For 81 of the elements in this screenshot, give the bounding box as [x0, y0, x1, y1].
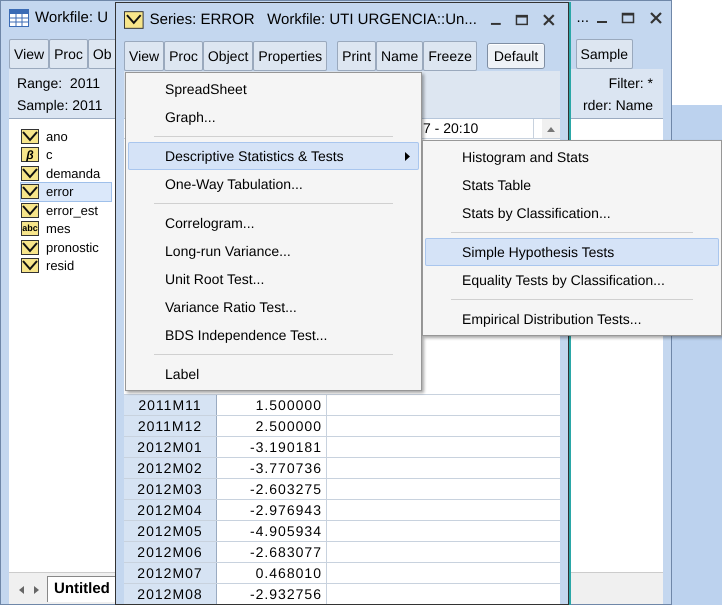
table-cell: -2.683077 — [217, 542, 327, 562]
object-item[interactable]: error_est — [21, 201, 111, 220]
toolbar-button[interactable]: View — [9, 39, 50, 69]
menu-item[interactable]: One-Way Tabulation... — [128, 170, 419, 198]
close-icon[interactable] — [649, 11, 663, 25]
menu-item[interactable]: Variance Ratio Test... — [128, 293, 419, 321]
menu-item[interactable]: Equality Tests by Classification... — [425, 266, 719, 294]
scroll-left-icon[interactable] — [17, 584, 27, 596]
default-button[interactable]: Default — [486, 43, 546, 69]
row-header: 2012M03 — [124, 479, 217, 499]
maximize-icon[interactable] — [621, 11, 635, 25]
menu-item[interactable]: BDS Independence Test... — [128, 321, 419, 349]
object-item[interactable]: resid — [21, 256, 111, 275]
menu-item[interactable]: Histogram and Stats — [425, 143, 719, 171]
object-item[interactable]: pronostic — [21, 238, 111, 256]
coefficient-icon: β — [21, 147, 39, 162]
toolbar-button[interactable]: Proc — [164, 41, 203, 71]
menu-item[interactable]: Graph... — [128, 103, 419, 131]
menu-item[interactable]: Simple Hypothesis Tests — [425, 238, 719, 266]
alpha-icon: abc — [21, 221, 39, 236]
toolbar-button[interactable]: Name — [376, 41, 424, 71]
menu-item[interactable]: Empirical Distribution Tests... — [425, 305, 719, 333]
series-icon — [124, 11, 144, 29]
menu-item[interactable]: Stats by Classification... — [425, 199, 719, 227]
toolbar-button[interactable]: Print — [337, 41, 376, 71]
sample-label: Sample: 2011 — [17, 96, 102, 115]
window-title: ... — [576, 8, 589, 28]
table-cell: -3.190181 — [217, 437, 327, 457]
table-cell: 1.500000 — [217, 395, 327, 415]
window-title: Series: ERROR Workfile: UTI URGENCIA::Un... — [150, 10, 477, 30]
scroll-up-icon[interactable] — [547, 126, 555, 132]
menu-item[interactable]: Unit Root Test... — [128, 265, 419, 293]
row-header: 2012M01 — [124, 437, 217, 457]
updated-label: 7 - 20:10 — [423, 119, 478, 138]
menu-item[interactable]: Descriptive Statistics & Tests — [128, 142, 419, 170]
table-cell: -2.976943 — [217, 500, 327, 520]
toolbar-button[interactable]: Ob — [88, 39, 117, 69]
row-header: 2011M12 — [124, 416, 217, 436]
row-header: 2012M05 — [124, 521, 217, 541]
row-header: 2012M04 — [124, 500, 217, 520]
object-item[interactable]: β c — [21, 146, 111, 164]
row-header: 2012M08 — [124, 584, 217, 604]
close-icon[interactable] — [542, 13, 556, 27]
table-cell: -3.770736 — [217, 458, 327, 478]
filter-label: Filter: * — [608, 74, 653, 93]
menu-item[interactable]: Long-run Variance... — [128, 237, 419, 265]
series-icon — [21, 240, 39, 255]
menu-item[interactable]: Stats Table — [425, 171, 719, 199]
maximize-icon[interactable] — [514, 13, 528, 27]
series-icon — [21, 128, 39, 144]
object-item[interactable]: ano — [21, 127, 111, 146]
toolbar-button[interactable]: Sample — [576, 39, 633, 69]
row-header: 2011M11 — [124, 395, 217, 415]
range-label: Range: 2011 — [17, 74, 102, 93]
series-icon — [21, 184, 39, 200]
table-cell: -4.905934 — [217, 521, 327, 541]
toolbar-button[interactable]: View — [124, 41, 164, 71]
row-header: 2012M06 — [124, 542, 217, 562]
table-cell: 2.500000 — [217, 416, 327, 436]
toolbar-button[interactable]: Freeze — [423, 41, 477, 71]
object-item[interactable]: error — [21, 182, 111, 201]
table-cell: 0.468010 — [217, 563, 327, 583]
row-header: 2012M07 — [124, 563, 217, 583]
object-item[interactable]: abc mes — [21, 220, 111, 238]
object-item[interactable]: demanda — [21, 164, 111, 182]
scroll-right-icon[interactable] — [31, 584, 41, 596]
menu-item[interactable]: Label — [128, 360, 419, 388]
order-label: rder: Name — [582, 96, 653, 115]
series-icon — [21, 202, 39, 218]
series-icon — [21, 166, 39, 181]
table-cell: -2.603275 — [217, 479, 327, 499]
window-title: Workfile: U — [35, 8, 108, 28]
menu-item[interactable]: Correlogram... — [128, 209, 419, 237]
sheet-tab[interactable]: Untitled — [47, 576, 117, 602]
toolbar-button[interactable]: Object — [202, 41, 254, 71]
toolbar-button[interactable]: Proc — [49, 39, 88, 69]
series-icon — [21, 258, 39, 274]
table-cell: -2.932756 — [217, 584, 327, 604]
spreadsheet-icon — [9, 9, 29, 27]
row-header: 2012M02 — [124, 458, 217, 478]
toolbar-button[interactable]: Properties — [253, 41, 328, 71]
